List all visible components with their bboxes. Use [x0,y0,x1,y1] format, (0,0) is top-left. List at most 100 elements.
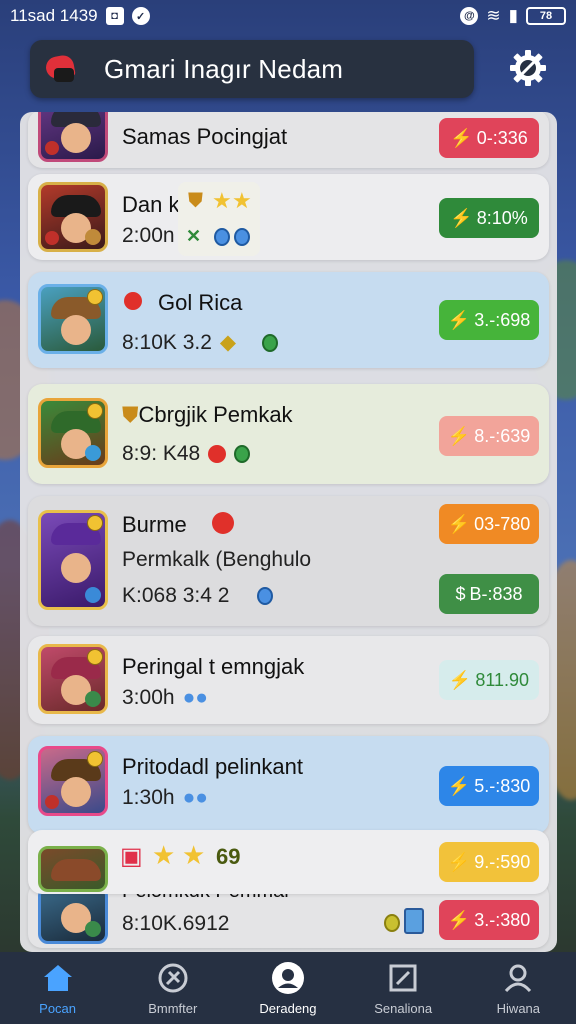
nav-label: Deradeng [259,1000,317,1016]
user-icon [501,961,535,995]
bolt-icon: ⚡ [447,425,471,446]
avatar [38,510,108,610]
gear-icon [510,50,546,86]
bolt-icon: ⚡ [447,513,471,534]
player-name: ⛊Cbrgjik Pemkak [122,402,293,427]
action-button[interactable]: ⚡ 3.-:698 [439,300,539,340]
player-name: Samas Pocingjat [122,124,288,149]
action-button[interactable]: ⚡ 9.-:590 [439,842,539,882]
shield-icon: ⛊ [188,190,203,212]
player-name: Gol Rica [158,290,243,315]
list-item[interactable]: Samas Pocingjat ⚡ 0-:336 [28,112,549,168]
action-button[interactable]: ⚡ 8.-:639 [439,416,539,456]
cash-button[interactable]: $ B-:838 [439,574,539,614]
notification-icon: ◘ [105,7,124,25]
apple-icon [208,445,227,463]
nav-label: Hiwana [496,1000,541,1016]
messenger-icon: ✓ [131,7,150,25]
tools-icon [156,961,190,995]
action-button[interactable]: ⚡ 3.-:380 [439,900,539,940]
action-button[interactable]: ⚡ 03-780 [439,504,539,544]
nav-item-edit[interactable]: Senaliona [348,961,458,1016]
player-name: Pritodadl pelinkant [122,754,304,779]
bolt-icon: ⚡ [447,851,471,872]
home-icon [41,961,75,995]
avatar [38,886,108,944]
star-icon: ★ [212,188,232,213]
logo-icon [44,52,78,86]
wifi-icon: ≋ [486,6,501,25]
player-meta: 8:9: K48 [122,442,251,466]
star-icon: ★ [182,840,206,870]
player-meta: K:068 3:4 2 [122,584,274,608]
star-icon: ★ [152,840,176,870]
player-name: Dan k [122,192,180,217]
trophy-icon [404,908,424,934]
app-header: Gmari Inagır Nedam [30,40,474,98]
list-item[interactable]: Dan k 2:00n ⛊ ★ ★ ✕ ⚡ 8:10% [28,174,549,260]
player-meta: 8:10K.6912 [122,912,230,935]
nav-label: Bmmfter [148,1000,198,1016]
nav-item-home[interactable]: Pocan [3,961,113,1016]
bottom-nav: Pocan Bmmfter Deradeng Senaliona Hiwana [0,952,576,1024]
shield-icon: ⛊ [122,402,139,427]
list-item[interactable]: Burme Permkalk (Benghulo K:068 3:4 2 ⚡ 03… [28,496,549,626]
list-item[interactable]: Peringal t emngjak 3:00h ●● ⚡ 811.90 [28,636,549,724]
avatar [38,182,108,252]
avatar [38,644,108,714]
action-button[interactable]: ⚡ 0-:336 [439,118,539,158]
gem-icon [262,333,279,352]
action-button[interactable]: ⚡ 8:10% [439,198,539,238]
list-item[interactable]: ▣ ★ ★ 69 ⚡ 9.-:590 [28,830,549,894]
apple-icon [124,292,142,310]
avatar [38,846,108,892]
nav-item-user[interactable]: Hiwana [463,961,573,1016]
cross-icon: ✕ [186,226,202,246]
gem-icon [214,228,230,246]
gem-icon: ●● [182,686,208,709]
bolt-icon: ⚡ [447,775,471,796]
reward-popup: ⛊ ★ ★ ✕ [178,182,260,256]
gift-icon: ▣ [120,843,143,870]
star-icon: ★ [232,188,252,213]
bolt-icon: ⚡ [448,669,472,690]
gem-icon [257,587,274,605]
gem-icon [234,228,250,246]
avatar [38,746,108,816]
avatar [38,284,108,354]
player-meta: 3:00h ●● [122,686,208,709]
apple-icon [212,512,234,534]
status-time: 11sad 1439 [10,6,98,25]
player-meta: 2:00n [122,224,175,247]
bolt-icon: ⚡ [447,309,471,330]
player-name: Burme [122,512,187,537]
action-button[interactable]: ⚡ 811.90 [439,660,539,700]
nav-label: Pocan [39,1000,77,1016]
player-name: Peringal t emngjak [122,654,305,679]
leaderboard-list: Samas Pocingjat ⚡ 0-:336 Dan k 2:00n ⛊ ★ … [20,112,557,952]
avatar [38,398,108,468]
battery-icon: 78 [526,7,566,25]
gem-icon: ●● [182,786,208,809]
nav-item-tools[interactable]: Bmmfter [118,961,228,1016]
bolt-icon: ⚡ [447,909,471,930]
status-bar: 11sad 1439 ◘ ✓ @ ≋ ▮ 78 [0,0,576,32]
edit-icon [386,961,420,995]
profile-circle-icon [271,961,305,995]
reward-count: 69 [216,844,241,869]
nav-item-profile-circle[interactable]: Deradeng [233,961,343,1016]
player-meta: 1:30h ●● [122,786,208,809]
bolt-icon: ⚡ [450,127,473,148]
sync-icon: @ [460,7,479,25]
settings-button[interactable] [504,44,552,92]
player-meta: 8:10K 3.2 ◆ [122,330,279,355]
list-item[interactable]: ⛊Cbrgjik Pemkak 8:9: K48 ⚡ 8.-:639 [28,384,549,484]
action-button[interactable]: ⚡ 5.-:830 [439,766,539,806]
dollar-icon: $ [455,583,466,604]
list-item[interactable]: Pritodadl pelinkant 1:30h ●● ⚡ 5.-:830 [28,736,549,834]
bolt-icon: ⚡ [450,207,473,228]
coin-icon [384,914,400,932]
signal-icon: ▮ [508,6,518,25]
app-title: Gmari Inagır Nedam [104,53,344,84]
list-item[interactable]: Gol Rica 8:10K 3.2 ◆ ⚡ 3.-:698 [28,272,549,368]
